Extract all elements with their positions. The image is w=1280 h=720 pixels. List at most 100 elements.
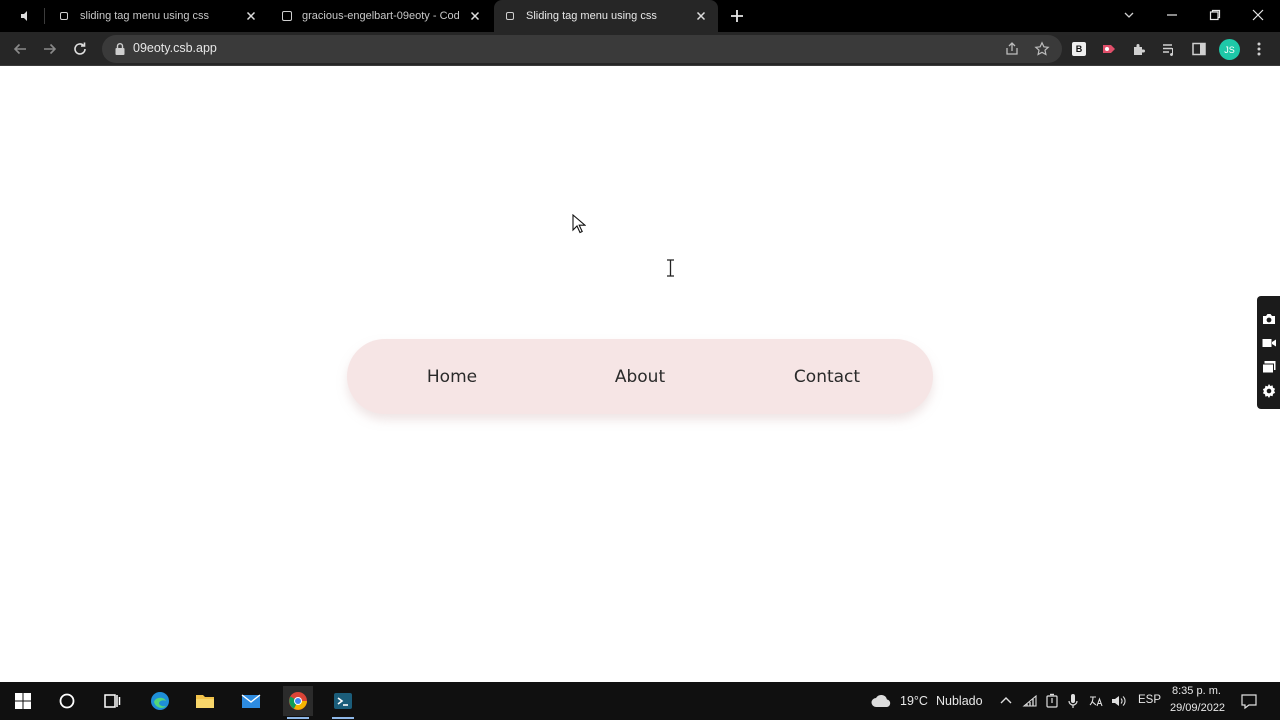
taskbar-chrome[interactable]	[283, 686, 313, 719]
mail-icon	[241, 694, 261, 708]
share-icon[interactable]	[1004, 41, 1020, 57]
task-view-icon	[104, 694, 121, 708]
favicon-icon	[282, 11, 292, 21]
start-icon	[15, 693, 31, 709]
url-text: 09eoty.csb.app	[133, 41, 217, 55]
tab-2-close-button[interactable]	[468, 9, 482, 23]
input-language[interactable]: ESP	[1138, 694, 1161, 706]
mouse-cursor-arrow	[572, 214, 586, 234]
tab-search-icon	[1124, 12, 1134, 18]
capture-toolbar	[1257, 296, 1280, 409]
browser-tab-bar: sliding tag menu using css gracious-enge…	[0, 0, 1280, 32]
extension-record-button[interactable]	[1100, 40, 1118, 58]
start-button[interactable]	[8, 686, 38, 716]
browser-menu-button[interactable]	[1250, 40, 1268, 58]
tab-3-active[interactable]: Sliding tag menu using css	[494, 0, 718, 32]
task-view-button[interactable]	[97, 686, 127, 716]
tab-search-button[interactable]	[1117, 5, 1141, 25]
weather-description[interactable]: Nublado	[936, 694, 983, 708]
video-icon	[1103, 45, 1115, 53]
nav-link-about[interactable]: About	[565, 339, 715, 414]
capture-screenshot-button[interactable]	[1260, 310, 1277, 327]
camera-icon	[1262, 313, 1275, 324]
bookmark-star-icon[interactable]	[1034, 41, 1050, 57]
side-panel-button[interactable]	[1190, 40, 1208, 58]
tab-3-title: Sliding tag menu using css	[526, 10, 657, 22]
menu-icon	[1257, 42, 1261, 56]
capture-video-button[interactable]	[1260, 334, 1277, 351]
tab-3-close-button[interactable]	[694, 9, 708, 23]
weather-temperature[interactable]: 19°C	[900, 694, 928, 708]
new-tab-button[interactable]	[728, 7, 746, 25]
sliding-tag-menu: Home About Contact	[347, 339, 933, 414]
nav-link-contact[interactable]: Contact	[752, 339, 902, 414]
restore-button[interactable]	[1203, 5, 1227, 25]
media-queue-icon	[1163, 44, 1174, 57]
restore-icon	[1209, 9, 1221, 21]
close-icon	[246, 11, 256, 21]
taskbar-file-explorer[interactable]	[190, 686, 220, 716]
tab-1-title: sliding tag menu using css	[80, 10, 210, 22]
tab-separator	[44, 8, 45, 24]
capture-window-button[interactable]	[1260, 358, 1277, 375]
taskbar-search-button[interactable]	[52, 686, 82, 716]
extension-b-label: B	[1072, 42, 1086, 56]
page-viewport: Home About Contact	[0, 67, 1280, 682]
extension-b-button[interactable]: B	[1070, 40, 1088, 58]
media-icon	[21, 11, 27, 21]
minimize-icon	[1167, 14, 1177, 16]
taskbar-mail[interactable]	[236, 686, 266, 716]
clock-time[interactable]: 8:35 p. m.	[1172, 685, 1221, 697]
windows-taskbar: 19°C Nublado ESP 8:35 p. m. 29/09/2022	[0, 682, 1280, 720]
chevron-up-icon[interactable]	[999, 694, 1013, 708]
mouse-cursor-text	[667, 259, 674, 277]
volume-icon[interactable]	[1110, 693, 1126, 709]
ime-icon[interactable]	[1088, 693, 1104, 709]
window-close-icon	[1252, 9, 1264, 21]
media-queue-button[interactable]	[1160, 40, 1178, 58]
tab-media-button[interactable]	[12, 6, 40, 26]
windows-icon	[1261, 360, 1275, 373]
nav-link-home[interactable]: Home	[377, 339, 527, 414]
search-circle-icon	[59, 693, 75, 709]
cloud-icon	[871, 695, 891, 707]
browser-toolbar: 09eoty.csb.app B	[0, 32, 1280, 66]
close-icon	[696, 11, 706, 21]
tab-2[interactable]: gracious-engelbart-09eoty - CodeSandbox	[272, 0, 492, 32]
taskbar-edge[interactable]	[145, 686, 175, 716]
profile-avatar[interactable]: JS	[1219, 39, 1240, 60]
favicon-icon	[506, 12, 514, 20]
forward-button[interactable]	[40, 39, 60, 59]
chrome-icon	[289, 692, 307, 710]
back-button[interactable]	[10, 39, 30, 59]
terminal-icon	[334, 693, 352, 709]
extensions-button[interactable]	[1130, 40, 1148, 58]
tab-1[interactable]: sliding tag menu using css	[48, 0, 268, 32]
taskbar-terminal[interactable]	[328, 686, 358, 719]
reload-icon	[74, 42, 86, 55]
extensions-icon	[1134, 44, 1145, 55]
minimize-button[interactable]	[1160, 5, 1184, 25]
favicon-icon	[60, 12, 68, 20]
plus-icon	[731, 10, 743, 22]
reload-button[interactable]	[70, 39, 90, 59]
notification-icon[interactable]	[1240, 692, 1258, 710]
file-explorer-icon	[196, 695, 214, 708]
close-icon	[470, 11, 480, 21]
battery-icon[interactable]	[1045, 693, 1059, 709]
edge-icon	[151, 692, 169, 710]
microphone-icon[interactable]	[1067, 693, 1079, 709]
side-panel-icon	[1192, 42, 1206, 56]
video-icon	[1262, 338, 1276, 347]
lock-icon	[115, 43, 125, 55]
tab-1-close-button[interactable]	[244, 9, 258, 23]
wifi-icon[interactable]	[1022, 694, 1038, 708]
gear-icon	[1262, 383, 1275, 398]
back-icon	[13, 43, 26, 55]
address-bar[interactable]: 09eoty.csb.app	[102, 35, 1062, 63]
forward-icon	[44, 43, 57, 55]
window-close-button[interactable]	[1246, 5, 1270, 25]
tab-2-title: gracious-engelbart-09eoty - CodeSandbox	[302, 10, 460, 22]
capture-settings-button[interactable]	[1260, 382, 1277, 399]
clock-date[interactable]: 29/09/2022	[1170, 702, 1225, 714]
